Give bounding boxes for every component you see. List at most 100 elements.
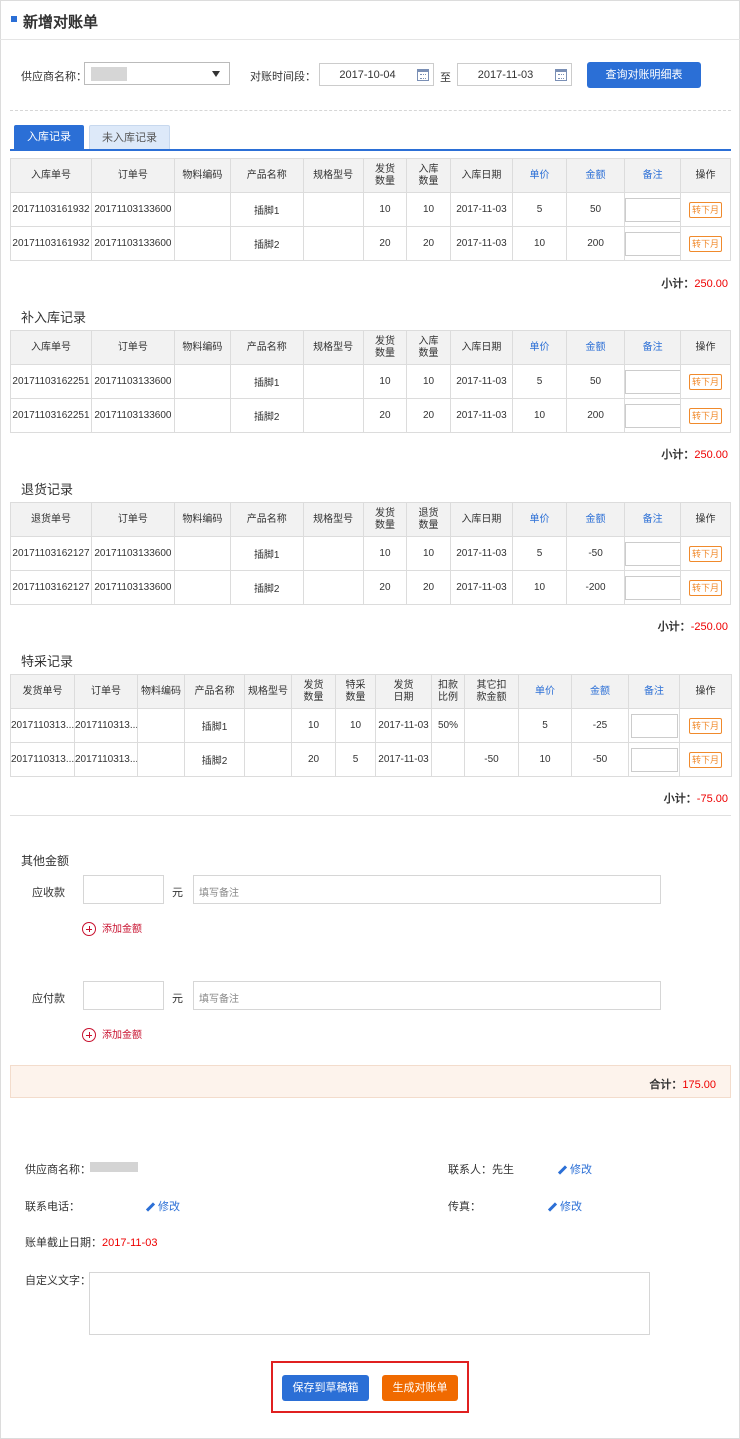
note-input[interactable] (625, 197, 680, 222)
edit-contact-link[interactable]: 修改 (557, 1161, 592, 1177)
grand-total: 合计：175.00 (649, 1079, 716, 1091)
transfer-next-month-button[interactable]: 转下月 (689, 235, 723, 252)
edit-fax-link[interactable]: 修改 (547, 1198, 582, 1214)
receivable-note-placeholder: 填写备注 (199, 888, 239, 899)
table-cell (173, 570, 231, 605)
column-header: 入库日期 (449, 158, 514, 193)
table-cell: 插脚2 (229, 570, 304, 605)
table-cell: 20171103161932 (10, 226, 92, 261)
table-cell: 10 (362, 192, 408, 227)
table-cell: 20 (406, 570, 451, 605)
tab-inbound-records[interactable]: 入库记录 (14, 125, 84, 149)
note-cell (628, 708, 680, 743)
table-cell: 2017-11-03 (375, 708, 432, 743)
table-cell (302, 398, 364, 433)
transfer-next-month-button[interactable]: 转下月 (688, 717, 722, 734)
table-cell: 50% (431, 708, 465, 743)
column-header: 金额 (565, 502, 626, 537)
table-cell: 10 (518, 742, 572, 777)
save-draft-button[interactable]: 保存到草稿箱 (282, 1375, 369, 1401)
payable-note-input[interactable]: 填写备注 (193, 981, 661, 1010)
transfer-next-month-button[interactable]: 转下月 (689, 201, 723, 218)
table-cell: -50 (464, 742, 519, 777)
table-cell (173, 192, 231, 227)
returns-table: 退货单号 订单号 物料编码 产品名称 规格型号 发货 数量 退货 数量 入库日期 单价 金额 备注操… (10, 502, 731, 605)
column-header: 发货 日期 (375, 674, 432, 709)
table-cell: 20171103133600 (90, 398, 175, 433)
note-input[interactable] (625, 541, 680, 566)
custom-text-area[interactable] (89, 1272, 650, 1335)
calendar-icon[interactable] (417, 69, 429, 81)
column-header: 规格型号 (302, 502, 364, 537)
table-cell: 2017-11-03 (449, 398, 514, 433)
transfer-next-month-button[interactable]: 转下月 (689, 545, 723, 562)
add-receivable-button[interactable]: 添加金额 (82, 920, 142, 937)
table-cell: 10 (362, 536, 408, 571)
special-subtotal: 小计：-75.00 (663, 793, 728, 805)
action-cell: 转下月 (679, 708, 732, 743)
note-input[interactable] (630, 747, 678, 772)
table-cell: 20 (362, 398, 408, 433)
note-input[interactable] (625, 231, 680, 256)
transfer-next-month-button[interactable]: 转下月 (689, 407, 723, 424)
table-cell: 10 (406, 536, 451, 571)
note-cell (624, 226, 682, 261)
generate-statement-button[interactable]: 生成对账单 (382, 1375, 458, 1401)
payable-note-placeholder: 填写备注 (199, 994, 239, 1005)
table-cell (173, 226, 231, 261)
column-header: 入库单号 (10, 158, 92, 193)
column-header: 产品名称 (229, 158, 304, 193)
other-amount-title: 其他金额 (21, 854, 70, 868)
table-cell: 20171103161932 (10, 192, 92, 227)
inbound-table: 入库单号 订单号 物料编码 产品名称 规格型号 发货 数量 入库 数量 入库日期 单价 金额 备注操… (10, 158, 731, 261)
column-header: 单价 (518, 674, 572, 709)
payable-amount-input[interactable] (83, 981, 164, 1010)
receivable-note-input[interactable]: 填写备注 (193, 875, 661, 904)
column-header: 物料编码 (137, 674, 185, 709)
column-header: 操作 (680, 502, 731, 537)
page-title: 新增对账单 (23, 14, 99, 31)
supplement-table: 入库单号 订单号 物料编码 产品名称 规格型号 发货 数量 入库 数量 入库日期 单价 金额 备注操… (10, 330, 731, 433)
table-cell: 2017-11-03 (449, 226, 514, 261)
column-header: 发货 数量 (362, 502, 408, 537)
column-header: 特采 数量 (335, 674, 376, 709)
table-cell (464, 708, 519, 743)
table-cell: 20171103133600 (90, 226, 175, 261)
query-detail-button[interactable]: 查询对账明细表 (587, 62, 701, 88)
special-section-title: 特采记录 (21, 654, 74, 669)
table-cell: 20171103162127 (10, 536, 92, 571)
column-header: 发货 数量 (362, 158, 408, 193)
table-cell: 2017110313... (74, 708, 138, 743)
table-cell (302, 364, 364, 399)
note-input[interactable] (625, 575, 680, 600)
date-to-input[interactable]: 2017-11-03 (457, 63, 572, 86)
tab-not-inbound-records[interactable]: 未入库记录 (89, 125, 170, 149)
edit-phone-link[interactable]: 修改 (145, 1198, 180, 1214)
action-cell: 转下月 (680, 398, 731, 433)
returns-subtotal-value: -250.00 (690, 621, 728, 633)
column-header: 入库日期 (449, 330, 514, 365)
calendar-icon[interactable] (555, 69, 567, 81)
column-header: 产品名称 (229, 502, 304, 537)
note-input[interactable] (625, 403, 680, 428)
transfer-next-month-button[interactable]: 转下月 (689, 579, 723, 596)
phone-label: 联系电话： (25, 1201, 80, 1213)
add-payable-button[interactable]: 添加金额 (82, 1026, 142, 1043)
note-input[interactable] (625, 369, 680, 394)
supplier-value-redacted (91, 67, 127, 81)
column-header: 操作 (679, 674, 732, 709)
column-header: 退货单号 (10, 502, 92, 537)
table-cell: -50 (571, 742, 629, 777)
receivable-amount-input[interactable] (83, 875, 164, 904)
note-input[interactable] (630, 713, 678, 738)
table-cell: -50 (565, 536, 626, 571)
supplier-name-redacted (90, 1162, 138, 1172)
supplier-select[interactable] (84, 62, 230, 85)
supplement-subtotal-value: 250.00 (694, 449, 728, 461)
cutoff-date: 账单截止日期：2017-11-03 (25, 1237, 158, 1249)
transfer-next-month-button[interactable]: 转下月 (689, 373, 723, 390)
transfer-next-month-button[interactable]: 转下月 (688, 751, 722, 768)
divider (10, 110, 731, 111)
note-cell (624, 192, 682, 227)
date-from-input[interactable]: 2017-10-04 (319, 63, 434, 86)
